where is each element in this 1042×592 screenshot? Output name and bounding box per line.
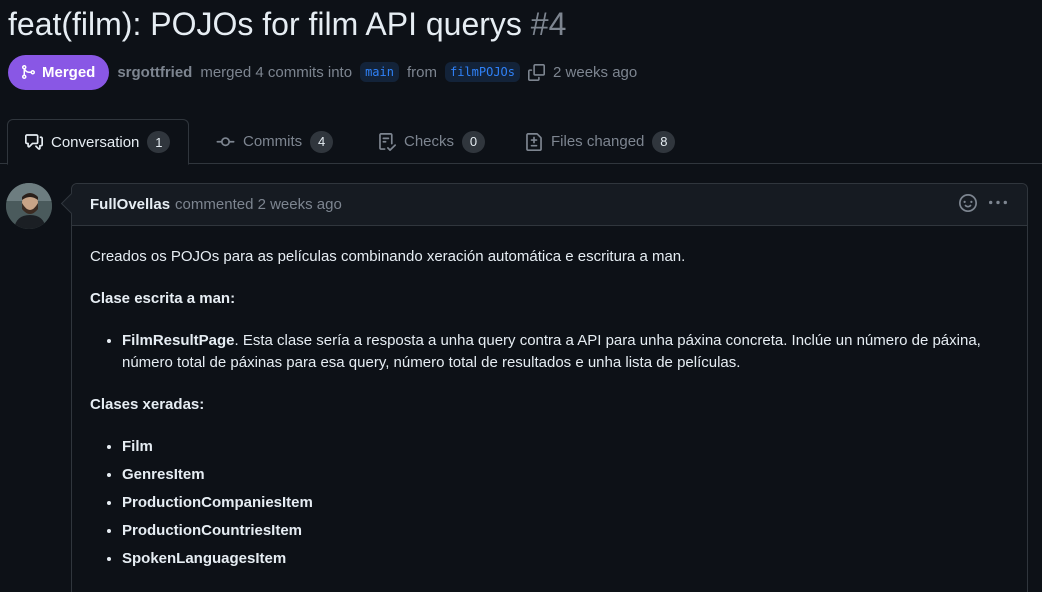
merged-text: merged 4 commits into (200, 63, 353, 81)
tab-checks-count: 0 (462, 130, 486, 153)
state-label: Merged (42, 63, 96, 81)
kebab-menu-icon[interactable] (989, 194, 1007, 216)
manual-class-heading: Clase escrita a man: (90, 290, 236, 307)
tab-files-changed-label: Files changed (551, 133, 645, 150)
pr-author-link[interactable]: srgottfried (117, 64, 192, 81)
checklist-icon (379, 132, 396, 151)
comment-body: Creados os POJOs para as películas combi… (72, 226, 1027, 570)
manual-item-name: FilmResultPage (122, 332, 235, 349)
git-merge-icon (22, 65, 36, 79)
tab-conversation-label: Conversation (51, 133, 140, 151)
comment-box: FullOvellas commented 2 weeks ago Creado… (71, 183, 1028, 592)
pr-meta: Merged srgottfried merged 4 commits into… (8, 54, 637, 90)
merged-state-badge: Merged (8, 54, 110, 90)
tab-commits-label: Commits (243, 133, 303, 150)
generated-classes-heading: Clases xeradas: (90, 396, 205, 413)
copy-icon[interactable] (528, 63, 546, 81)
tab-conversation[interactable]: Conversation 1 (7, 119, 190, 165)
comment-author-link[interactable]: FullOvellas (90, 196, 170, 213)
pr-number: #4 (530, 6, 567, 42)
list-item: FilmResultPage. Esta clase sería a respo… (122, 330, 1009, 374)
tab-commits[interactable]: Commits 4 (216, 119, 334, 164)
smiley-icon[interactable] (959, 194, 977, 216)
comment-intro: Creados os POJOs para as películas combi… (90, 248, 686, 265)
tab-commits-count: 4 (310, 130, 334, 153)
list-item: GenresItem (122, 464, 1009, 486)
list-item: ProductionCountriesItem (122, 520, 1009, 542)
tab-files-changed[interactable]: Files changed 8 (525, 119, 676, 164)
comment-discussion-icon (25, 134, 43, 150)
head-branch-link[interactable]: filmPOJOs (444, 62, 521, 82)
comment-actions (959, 184, 1007, 226)
generated-class-list: Film GenresItem ProductionCompaniesItem … (122, 436, 1009, 570)
pr-title: feat(film): POJOs for film API querys #4 (8, 2, 566, 46)
tab-checks-label: Checks (404, 133, 455, 150)
from-text: from (406, 63, 437, 81)
list-item: Film (122, 436, 1009, 458)
list-item: ProductionCompaniesItem (122, 492, 1009, 514)
file-diff-icon (526, 132, 542, 151)
comment-meta[interactable]: commented 2 weeks ago (175, 196, 342, 213)
list-item: SpokenLanguagesItem (122, 548, 1009, 570)
manual-item-text: . Esta clase sería a resposta a unha que… (122, 332, 981, 371)
pr-title-text: feat(film): POJOs for film API querys (8, 6, 522, 42)
pull-request-page: feat(film): POJOs for film API querys #4… (0, 0, 1042, 592)
comment-header: FullOvellas commented 2 weeks ago (72, 184, 1027, 226)
pr-tabs: Conversation 1 Commits 4 Checks 0 Files … (0, 119, 1042, 165)
manual-class-list: FilmResultPage. Esta clase sería a respo… (122, 330, 1009, 374)
tab-checks[interactable]: Checks 0 (378, 119, 486, 164)
git-commit-icon (216, 136, 235, 146)
tab-conversation-count: 1 (147, 131, 171, 153)
avatar[interactable] (6, 183, 52, 229)
pr-time: 2 weeks ago (553, 63, 638, 81)
base-branch-link[interactable]: main (360, 62, 399, 82)
tab-files-changed-count: 8 (652, 130, 676, 153)
